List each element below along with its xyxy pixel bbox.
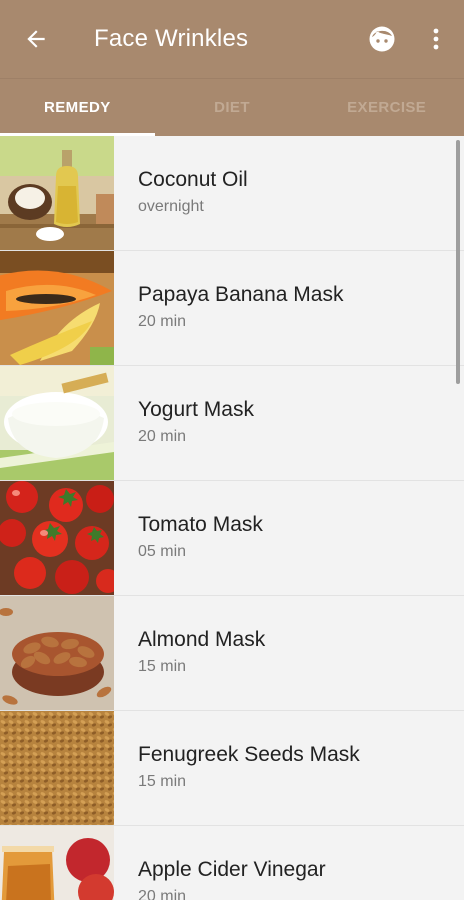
remedy-duration: 05 min bbox=[138, 543, 187, 560]
remedy-title: Almond Mask bbox=[138, 628, 266, 651]
list-item-tomato-mask[interactable]: Tomato Mask 05 min bbox=[0, 481, 464, 596]
remedy-duration: overnight bbox=[138, 198, 204, 215]
list-item-papaya-banana-mask[interactable]: Papaya Banana Mask 20 min bbox=[0, 251, 464, 366]
remedy-title: Fenugreek Seeds Mask bbox=[138, 743, 360, 766]
more-options-button[interactable] bbox=[420, 21, 452, 57]
app-bar: Face Wrinkles bbox=[0, 0, 464, 78]
tab-exercise[interactable]: EXERCISE bbox=[309, 79, 464, 136]
papaya-banana-image bbox=[0, 251, 114, 365]
remedy-duration: 20 min bbox=[138, 313, 187, 330]
almond-image bbox=[0, 596, 114, 710]
apple-cider-image bbox=[0, 826, 114, 900]
remedy-duration: 20 min bbox=[138, 428, 187, 445]
face-button[interactable] bbox=[364, 21, 400, 57]
list-item-yogurt-mask[interactable]: Yogurt Mask 20 min bbox=[0, 366, 464, 481]
remedy-title: Papaya Banana Mask bbox=[138, 283, 344, 306]
list-item-almond-mask[interactable]: Almond Mask 15 min bbox=[0, 596, 464, 711]
remedy-duration: 20 min bbox=[138, 888, 187, 900]
remedy-title: Yogurt Mask bbox=[138, 398, 254, 421]
more-vert-icon bbox=[433, 28, 439, 50]
fenugreek-image bbox=[0, 711, 114, 825]
remedy-list: Coconut Oil overnight Papaya Banana Mask… bbox=[0, 136, 464, 900]
tab-bar: REMEDY DIET EXERCISE bbox=[0, 78, 464, 136]
list-item-fenugreek-seeds-mask[interactable]: Fenugreek Seeds Mask 15 min bbox=[0, 711, 464, 826]
remedy-title: Tomato Mask bbox=[138, 513, 263, 536]
tomato-image bbox=[0, 481, 114, 595]
page-title: Face Wrinkles bbox=[94, 25, 249, 52]
list-item-coconut-oil[interactable]: Coconut Oil overnight bbox=[0, 136, 464, 251]
remedy-duration: 15 min bbox=[138, 658, 187, 675]
face-icon bbox=[369, 26, 395, 52]
list-item-apple-cider-vinegar[interactable]: Apple Cider Vinegar 20 min bbox=[0, 826, 464, 900]
remedy-duration: 15 min bbox=[138, 773, 187, 790]
tab-diet[interactable]: DIET bbox=[155, 79, 310, 136]
back-button[interactable] bbox=[18, 21, 54, 57]
tab-remedy[interactable]: REMEDY bbox=[0, 79, 155, 136]
remedy-title: Coconut Oil bbox=[138, 168, 248, 191]
yogurt-image bbox=[0, 366, 114, 480]
remedy-title: Apple Cider Vinegar bbox=[138, 858, 326, 881]
arrow-back-icon bbox=[27, 30, 45, 48]
scrollbar[interactable] bbox=[456, 140, 460, 384]
coconut-oil-image bbox=[0, 136, 114, 250]
